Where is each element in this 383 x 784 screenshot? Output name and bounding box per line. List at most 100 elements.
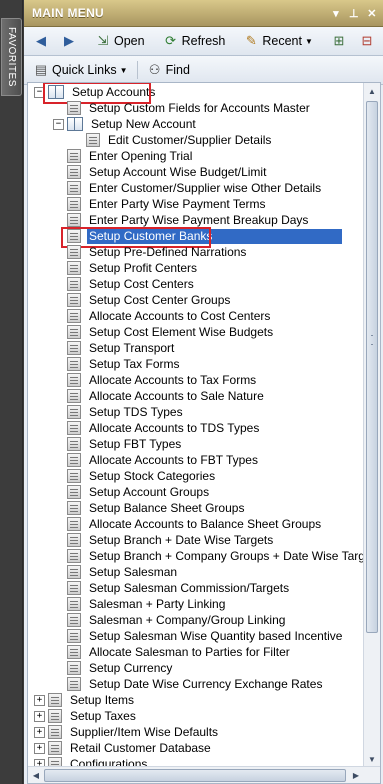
refresh-label: Refresh (181, 34, 226, 48)
tree-item-label: Allocate Accounts to FBT Types (89, 452, 258, 467)
document-icon (48, 693, 62, 707)
scroll-right-icon[interactable]: ▶ (348, 767, 364, 783)
scroll-down-icon[interactable]: ▼ (364, 751, 380, 767)
tree-item[interactable]: Setup Custom Fields for Accounts Master (67, 100, 312, 116)
arrow-left-icon: ◀ (36, 33, 46, 48)
tree-item[interactable]: Setup Salesman (67, 564, 179, 580)
tree-item-label: Setup Balance Sheet Groups (89, 500, 245, 515)
open-button[interactable]: ⇲ Open (92, 31, 148, 51)
tree-item[interactable]: Setup Salesman Wise Quantity based Incen… (67, 628, 344, 644)
dropdown-icon[interactable]: ▾ (329, 6, 343, 20)
remove-favorite-button[interactable]: ⊟ (356, 31, 378, 51)
tree-item[interactable]: Setup Transport (67, 340, 176, 356)
horizontal-scrollbar[interactable]: ◀ ▶ (28, 766, 380, 783)
favorites-tab[interactable]: FAVORITES (1, 18, 22, 96)
tree-node-retail-customer-database[interactable]: Retail Customer Database (48, 740, 213, 756)
document-icon (67, 677, 81, 691)
chevron-down-icon: ▼ (119, 65, 128, 75)
panel-title-bar: MAIN MENU ▾ ⊥ ✕ (24, 0, 383, 27)
tree-item[interactable]: Enter Party Wise Payment Terms (67, 196, 268, 212)
tree-item[interactable]: Allocate Salesman to Parties for Filter (67, 644, 292, 660)
tree-node-setup-new-account[interactable]: Setup New Account (67, 116, 198, 132)
tree-item[interactable]: Setup Stock Categories (67, 468, 217, 484)
document-icon (67, 181, 81, 195)
tree-item[interactable]: Setup TDS Types (67, 404, 185, 420)
tree-item-label: Setup Branch + Date Wise Targets (89, 532, 274, 547)
tree-item[interactable]: Setup Cost Element Wise Budgets (67, 324, 275, 340)
find-button[interactable]: ⚇ Find (144, 60, 193, 80)
document-icon (67, 341, 81, 355)
tree-item[interactable]: Enter Party Wise Payment Breakup Days (67, 212, 310, 228)
document-icon (67, 245, 81, 259)
tree-item-label: Setup Account Wise Budget/Limit (89, 164, 267, 179)
tree-item[interactable]: Setup Balance Sheet Groups (67, 500, 246, 516)
document-icon (67, 437, 81, 451)
tree-item-label: Setup Branch + Company Groups + Date Wis… (89, 548, 381, 563)
tree-item[interactable]: Setup Cost Center Groups (67, 292, 232, 308)
tree-item[interactable]: Setup Currency (67, 660, 174, 676)
document-icon (48, 741, 62, 755)
collapse-icon[interactable]: − (34, 87, 45, 98)
vertical-scroll-thumb[interactable] (366, 101, 378, 633)
tree-item[interactable]: Setup Date Wise Currency Exchange Rates (67, 676, 324, 692)
tree-item-label: Edit Customer/Supplier Details (108, 132, 272, 147)
document-icon (67, 149, 81, 163)
add-favorite-button[interactable]: ⊞ (328, 31, 350, 51)
refresh-button[interactable]: ⟳ Refresh (160, 31, 229, 51)
tree-item[interactable]: Allocate Accounts to Balance Sheet Group… (67, 516, 323, 532)
tree-item-label: Setup Salesman (89, 564, 178, 579)
tree-item-label: Setup Custom Fields for Accounts Master (89, 100, 310, 115)
document-icon (67, 309, 81, 323)
recent-button[interactable]: ✎ Recent ▼ (240, 31, 316, 51)
expand-icon[interactable]: + (34, 743, 45, 754)
expand-icon[interactable]: + (34, 695, 45, 706)
document-icon (67, 101, 81, 115)
expand-icon[interactable]: + (34, 711, 45, 722)
vertical-scrollbar[interactable]: ▲ ▼ (363, 83, 380, 767)
tree-node-setup-items[interactable]: Setup Items (48, 692, 136, 708)
tree-item-label: Setup Currency (89, 660, 173, 675)
tree-item-label: Allocate Salesman to Parties for Filter (89, 644, 290, 659)
tree-item[interactable]: Allocate Accounts to Tax Forms (67, 372, 258, 388)
forward-button[interactable]: ▶ (58, 31, 80, 51)
tree-item[interactable]: Setup Branch + Date Wise Targets (67, 532, 275, 548)
document-icon (67, 469, 81, 483)
tree-item-label: Setup Account Groups (89, 484, 210, 499)
tree-item[interactable]: Allocate Accounts to TDS Types (67, 420, 261, 436)
collapse-icon[interactable]: − (53, 119, 64, 130)
tree-node-supplier-item-defaults[interactable]: Supplier/Item Wise Defaults (48, 724, 220, 740)
quick-links-button[interactable]: ▤ Quick Links ▼ (30, 60, 131, 80)
tree-item-label: Setup TDS Types (89, 404, 183, 419)
close-icon[interactable]: ✕ (365, 6, 379, 20)
tree-item[interactable]: Setup Tax Forms (67, 356, 181, 372)
document-icon (67, 549, 81, 563)
tree-item[interactable]: Setup FBT Types (67, 436, 183, 452)
tree-item[interactable]: Allocate Accounts to Sale Nature (67, 388, 266, 404)
tree-item[interactable]: Allocate Accounts to Cost Centers (67, 308, 272, 324)
tree-item[interactable]: Setup Salesman Commission/Targets (67, 580, 291, 596)
tree-item[interactable]: Setup Account Groups (67, 484, 211, 500)
tree-item[interactable]: Edit Customer/Supplier Details (86, 132, 273, 148)
tree-item[interactable]: Setup Cost Centers (67, 276, 196, 292)
tree-node-setup-taxes[interactable]: Setup Taxes (48, 708, 138, 724)
expand-icon[interactable]: + (34, 727, 45, 738)
tree-item[interactable]: Setup Account Wise Budget/Limit (67, 164, 268, 180)
tree-item[interactable]: Setup Profit Centers (67, 260, 199, 276)
horizontal-scroll-thumb[interactable] (44, 769, 346, 782)
find-label: Find (165, 63, 190, 77)
tree-item[interactable]: Setup Branch + Company Groups + Date Wis… (67, 548, 381, 564)
scroll-left-icon[interactable]: ◀ (28, 767, 44, 783)
tree-item[interactable]: Salesman + Party Linking (67, 596, 227, 612)
back-button[interactable]: ◀ (30, 31, 52, 51)
pin-icon[interactable]: ⊥ (347, 6, 361, 20)
tree-item[interactable]: Enter Customer/Supplier wise Other Detai… (67, 180, 323, 196)
scroll-up-icon[interactable]: ▲ (364, 83, 380, 99)
tree-item[interactable]: Allocate Accounts to FBT Types (67, 452, 260, 468)
document-icon (67, 517, 81, 531)
tree-item[interactable]: Enter Opening Trial (67, 148, 194, 164)
tree-item[interactable]: Setup Pre-Defined Narrations (67, 244, 248, 260)
arrow-right-icon: ▶ (64, 33, 74, 48)
tree-item-selected[interactable]: Setup Customer Banks (67, 228, 343, 244)
tree-node-setup-accounts[interactable]: Setup Accounts (48, 84, 157, 100)
tree-item[interactable]: Salesman + Company/Group Linking (67, 612, 287, 628)
